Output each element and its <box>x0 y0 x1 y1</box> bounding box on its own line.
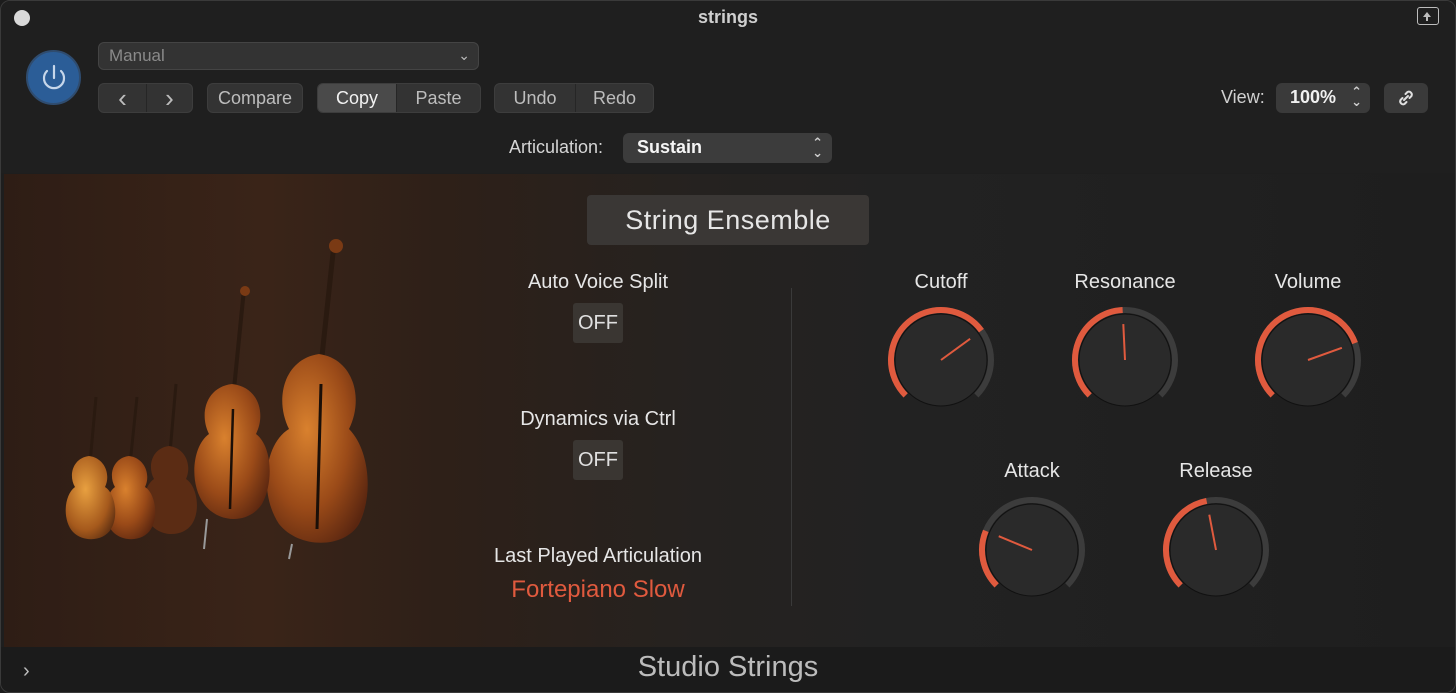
preset-nav-group: ‹ › <box>98 83 193 113</box>
auto-voice-split-toggle[interactable]: OFF <box>573 303 623 343</box>
auto-voice-split-label: Auto Voice Split <box>527 271 669 293</box>
last-played-articulation-value: Fortepiano Slow <box>511 576 685 603</box>
preset-value: Manual <box>109 46 165 65</box>
cutoff-label: Cutoff <box>914 271 968 293</box>
plugin-name: Studio Strings <box>637 651 819 683</box>
articulation-value: Sustain <box>637 137 703 157</box>
power-icon <box>42 64 65 89</box>
power-button[interactable] <box>26 50 81 105</box>
cutoff-knob[interactable] <box>886 305 996 415</box>
view-label: View: <box>1221 87 1265 107</box>
chevron-down-icon: ⌄ <box>458 47 470 63</box>
articulation-label: Articulation: <box>509 137 604 157</box>
zoom-value: 100% <box>1290 87 1337 107</box>
panel-divider <box>791 288 792 606</box>
undo-button[interactable]: Undo <box>495 84 575 112</box>
window-title: strings <box>697 7 758 27</box>
volume-knob[interactable] <box>1253 305 1363 415</box>
up-down-chevron-icon: ⌃ ⌄ <box>1351 84 1362 109</box>
previous-preset-button[interactable]: ‹ <box>99 84 146 112</box>
copy-paste-group: Copy Paste <box>317 83 481 113</box>
instrument-name: String Ensemble <box>587 195 869 245</box>
last-played-articulation-label: Last Played Articulation <box>494 545 702 567</box>
volume-label: Volume <box>1274 271 1342 293</box>
string-instruments-image <box>65 239 368 560</box>
undo-redo-group: Undo Redo <box>494 83 654 113</box>
plugin-footer: › Studio Strings <box>1 647 1455 692</box>
compare-button[interactable]: Compare <box>207 83 303 113</box>
release-label: Release <box>1179 460 1253 482</box>
next-preset-button[interactable]: › <box>146 84 192 112</box>
articulation-select[interactable]: Sustain ⌃ ⌄ <box>623 133 832 163</box>
link-button[interactable] <box>1384 83 1428 113</box>
plugin-window: strings Manual ⌄ ‹ › Compare Copy Paste … <box>0 0 1456 693</box>
paste-button[interactable]: Paste <box>396 84 480 112</box>
link-icon <box>1399 90 1413 106</box>
float-window-icon[interactable] <box>1417 7 1439 25</box>
plugin-header: strings Manual ⌄ ‹ › Compare Copy Paste … <box>1 1 1455 173</box>
resonance-label: Resonance <box>1074 271 1176 293</box>
attack-label: Attack <box>1004 460 1060 482</box>
dynamics-via-ctrl-label: Dynamics via Ctrl <box>520 408 676 430</box>
attack-knob[interactable] <box>977 495 1087 605</box>
resonance-knob[interactable] <box>1070 305 1180 415</box>
up-down-chevron-icon: ⌃ ⌄ <box>812 135 823 160</box>
copy-button[interactable]: Copy <box>318 84 396 112</box>
zoom-select[interactable]: 100% ⌃ ⌄ <box>1276 83 1370 113</box>
redo-button[interactable]: Redo <box>575 84 653 112</box>
preset-dropdown[interactable]: Manual ⌄ <box>98 42 479 70</box>
release-knob[interactable] <box>1161 495 1271 605</box>
dynamics-via-ctrl-toggle[interactable]: OFF <box>573 440 623 480</box>
